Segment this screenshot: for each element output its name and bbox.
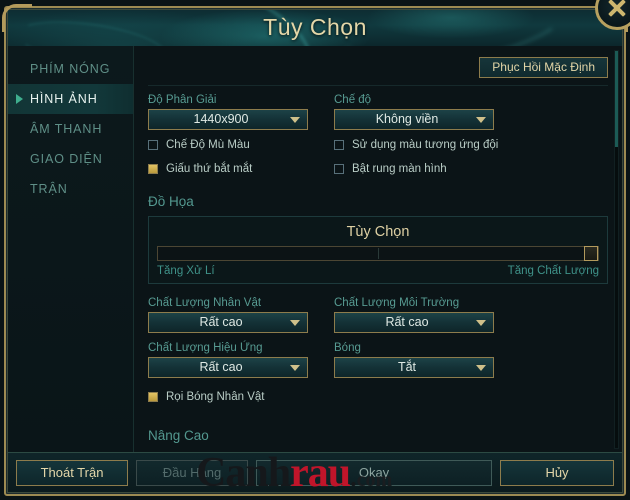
surrender-button[interactable]: Đầu Hàng [136,459,248,486]
character-quality-group: Chất Lượng Nhân Vật Rất cao [148,297,308,333]
chevron-down-icon [290,319,300,326]
checkbox-icon[interactable] [334,139,344,150]
bottom-button-bar: Thoát Trận Đầu Hàng Okay Hủy [8,452,622,492]
settings-panel: Phục Hồi Mặc Định Độ Phân Giải 1440x900 … [134,46,622,453]
settings-scrollbar[interactable] [614,50,619,449]
frame-corner-left [2,4,32,32]
graphics-preset-title: Tùy Chọn [346,224,410,240]
character-quality-label: Chất Lượng Nhân Vật [148,297,262,309]
quality-row-2: Chất Lượng Hiệu Ứng Rất cao Bóng Tắt [148,342,608,378]
chevron-down-icon [290,116,300,123]
shadows-group: Bóng Tắt [334,342,494,378]
window-mode-label: Chế độ [334,94,372,106]
reset-row: Phục Hồi Mặc Định [148,52,608,82]
page-title: Tùy Chọn [263,14,367,40]
exit-match-button[interactable]: Thoát Trận [16,459,128,486]
resolution-label: Độ Phân Giải [148,94,217,106]
window-mode-value: Không viền [375,112,439,126]
colorblind-mode-label: Chế Độ Mù Màu [166,138,250,151]
quality-row-1: Chất Lượng Nhân Vật Rất cao Chất Lượng M… [148,297,608,333]
cancel-button[interactable]: Hủy [500,459,614,486]
shadows-label: Bóng [334,342,361,354]
screen-shake-checkbox-row[interactable]: Bật rung màn hình [334,159,494,178]
graphics-preset-box: Tùy Chọn Tăng Xử Lí Tăng Chất Lượng [148,216,608,284]
character-quality-value: Rất cao [199,315,243,329]
window-titlebar: Tùy Chọn [6,8,624,46]
sidebar-item-label: GIAO DIỆN [30,152,103,166]
team-colors-label: Sử dụng màu tương ứng đội [352,138,499,151]
shadows-value: Tắt [397,360,417,374]
slider-end-labels: Tăng Xử Lí Tăng Chất Lượng [157,265,599,277]
restore-defaults-button[interactable]: Phục Hồi Mặc Định [479,56,608,78]
slider-left-label: Tăng Xử Lí [157,265,215,277]
sidebar-item-video[interactable]: HÌNH ẢNH [8,84,133,114]
options-window: Tùy Chọn PHÍM NÓNG HÌNH ẢNH ÂM THANH GIA… [0,0,630,500]
chevron-down-icon [476,319,486,326]
effects-quality-value: Rất cao [199,360,243,374]
graphics-quality-slider[interactable] [157,246,599,261]
okay-button[interactable]: Okay [256,459,492,486]
environment-quality-group: Chất Lượng Môi Trường Rất cao [334,297,494,333]
shadows-dropdown[interactable]: Tắt [334,357,494,378]
sidebar-item-hotkeys[interactable]: PHÍM NÓNG [8,54,133,84]
checkbox-icon-checked[interactable] [148,391,158,402]
slider-right-label: Tăng Chất Lượng [507,265,599,277]
window-mode-group: Chế độ Không viền Sử dụng màu tương ứng … [334,94,498,178]
colorblind-mode-checkbox-row[interactable]: Chế Độ Mù Màu [148,135,308,154]
character-shadow-checkbox-row[interactable]: Rọi Bóng Nhân Vật [148,387,608,406]
hide-eyecandy-checkbox-row[interactable]: Giấu thứ bắt mắt [148,159,308,178]
scrollbar-thumb[interactable] [615,51,618,147]
sidebar-item-label: PHÍM NÓNG [30,62,111,76]
chevron-down-icon [290,364,300,371]
advanced-section-title: Nâng Cao [148,428,209,443]
sidebar-item-game[interactable]: TRẬN [8,174,133,204]
sidebar-item-label: HÌNH ẢNH [30,92,98,106]
checkbox-icon-checked[interactable] [148,163,158,174]
resolution-group: Độ Phân Giải 1440x900 Chế Độ Mù Màu Giấu… [148,94,308,178]
screen-shake-label: Bật rung màn hình [352,162,447,175]
team-colors-checkbox-row[interactable]: Sử dụng màu tương ứng đội [334,135,498,154]
character-quality-dropdown[interactable]: Rất cao [148,312,308,333]
sidebar: PHÍM NÓNG HÌNH ẢNH ÂM THANH GIAO DIỆN TR… [8,46,134,453]
window-mode-dropdown[interactable]: Không viền [334,109,494,130]
hide-eyecandy-label: Giấu thứ bắt mắt [166,162,253,175]
display-settings-row: Độ Phân Giải 1440x900 Chế Độ Mù Màu Giấu… [148,94,608,178]
sidebar-item-interface[interactable]: GIAO DIỆN [8,144,133,174]
effects-quality-dropdown[interactable]: Rất cao [148,357,308,378]
character-shadow-label: Rọi Bóng Nhân Vật [166,390,265,403]
window-body: PHÍM NÓNG HÌNH ẢNH ÂM THANH GIAO DIỆN TR… [8,46,622,453]
checkbox-icon[interactable] [148,139,158,150]
graphics-section-title: Đồ Họa [148,194,194,209]
chevron-down-icon [476,364,486,371]
resolution-dropdown[interactable]: 1440x900 [148,109,308,130]
sidebar-item-label: ÂM THANH [30,122,103,136]
sidebar-item-label: TRẬN [30,182,68,196]
chevron-down-icon [476,116,486,123]
settings-scroll-content: Phục Hồi Mặc Định Độ Phân Giải 1440x900 … [134,46,622,453]
environment-quality-value: Rất cao [385,315,429,329]
slider-handle[interactable] [584,246,598,261]
section-divider [148,85,608,86]
environment-quality-dropdown[interactable]: Rất cao [334,312,494,333]
sidebar-item-audio[interactable]: ÂM THANH [8,114,133,144]
checkbox-icon[interactable] [334,163,344,174]
effects-quality-label: Chất Lượng Hiệu Ứng [148,342,263,354]
effects-quality-group: Chất Lượng Hiệu Ứng Rất cao [148,342,308,378]
quality-settings-grid: Chất Lượng Nhân Vật Rất cao Chất Lượng M… [148,297,608,378]
resolution-value: 1440x900 [193,112,249,126]
environment-quality-label: Chất Lượng Môi Trường [334,297,460,309]
